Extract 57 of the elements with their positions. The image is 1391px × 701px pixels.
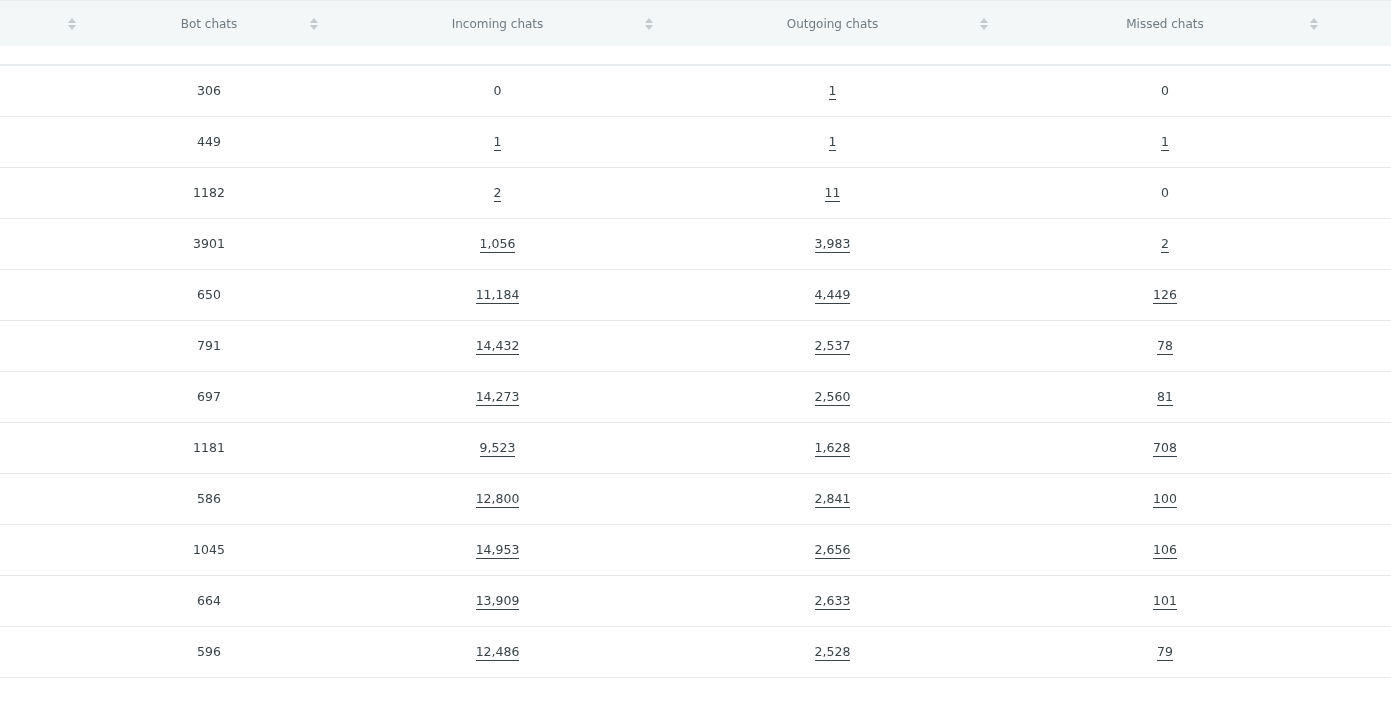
count-link[interactable]: 9,523 [479,439,516,457]
table-cell: 0 [493,82,502,100]
table-cell: 0 [1161,184,1169,202]
table-cell: 1182 [193,184,225,202]
count-link[interactable]: 11 [824,184,841,202]
count-link[interactable]: 13,909 [475,592,520,610]
table-cell: 664 [197,592,221,610]
count-link[interactable]: 2 [1161,235,1169,253]
table-cell: 3901 [193,235,225,253]
table-cell: 650 [197,286,221,304]
count-link[interactable]: 14,273 [475,388,520,406]
count-link[interactable]: 1 [828,82,837,100]
count-link[interactable]: 11,184 [475,286,520,304]
count-link[interactable]: 3,983 [814,235,851,253]
sort-icon[interactable] [310,18,318,30]
table-cell: 596 [197,643,221,661]
table-cell: 586 [197,490,221,508]
count-link[interactable]: 2,656 [814,541,851,559]
count-link[interactable]: 708 [1153,439,1177,457]
column-header[interactable]: Missed chats [1126,16,1204,31]
count-link[interactable]: 2,560 [814,388,851,406]
count-link[interactable]: 14,953 [475,541,520,559]
count-link[interactable]: 14,432 [475,337,520,355]
count-link[interactable]: 78 [1157,337,1173,355]
count-link[interactable]: 2,528 [814,643,851,661]
count-link[interactable]: 1 [493,133,502,151]
sort-icon[interactable] [1310,18,1318,30]
count-link[interactable]: 1 [828,133,837,151]
count-link[interactable]: 4,449 [814,286,851,304]
table-cell: 306 [197,82,221,100]
count-link[interactable]: 126 [1153,286,1177,304]
sort-icon[interactable] [980,18,988,30]
sort-icon[interactable] [68,18,76,30]
sort-icon[interactable] [645,18,653,30]
table-cell: 0 [1161,82,1169,100]
table-cell: 449 [197,133,221,151]
column-header[interactable]: Bot chats [180,16,238,31]
count-link[interactable]: 100 [1153,490,1177,508]
table-cell: 1181 [193,439,225,457]
count-link[interactable]: 79 [1157,643,1173,661]
count-link[interactable]: 1,628 [814,439,851,457]
count-link[interactable]: 2 [493,184,502,202]
column-header[interactable]: Outgoing chats [786,16,879,31]
count-link[interactable]: 2,537 [814,337,851,355]
table-cell: 1045 [193,541,225,559]
count-link[interactable]: 12,800 [475,490,520,508]
count-link[interactable]: 2,841 [814,490,851,508]
column-header[interactable]: Incoming chats [451,16,544,31]
count-link[interactable]: 12,486 [475,643,520,661]
count-link[interactable]: 2,633 [814,592,851,610]
count-link[interactable]: 1 [1161,133,1169,151]
count-link[interactable]: 81 [1157,388,1173,406]
count-link[interactable]: 101 [1153,592,1177,610]
table-cell: 791 [197,337,221,355]
count-link[interactable]: 1,056 [479,235,516,253]
count-link[interactable]: 106 [1153,541,1177,559]
table-cell: 697 [197,388,221,406]
